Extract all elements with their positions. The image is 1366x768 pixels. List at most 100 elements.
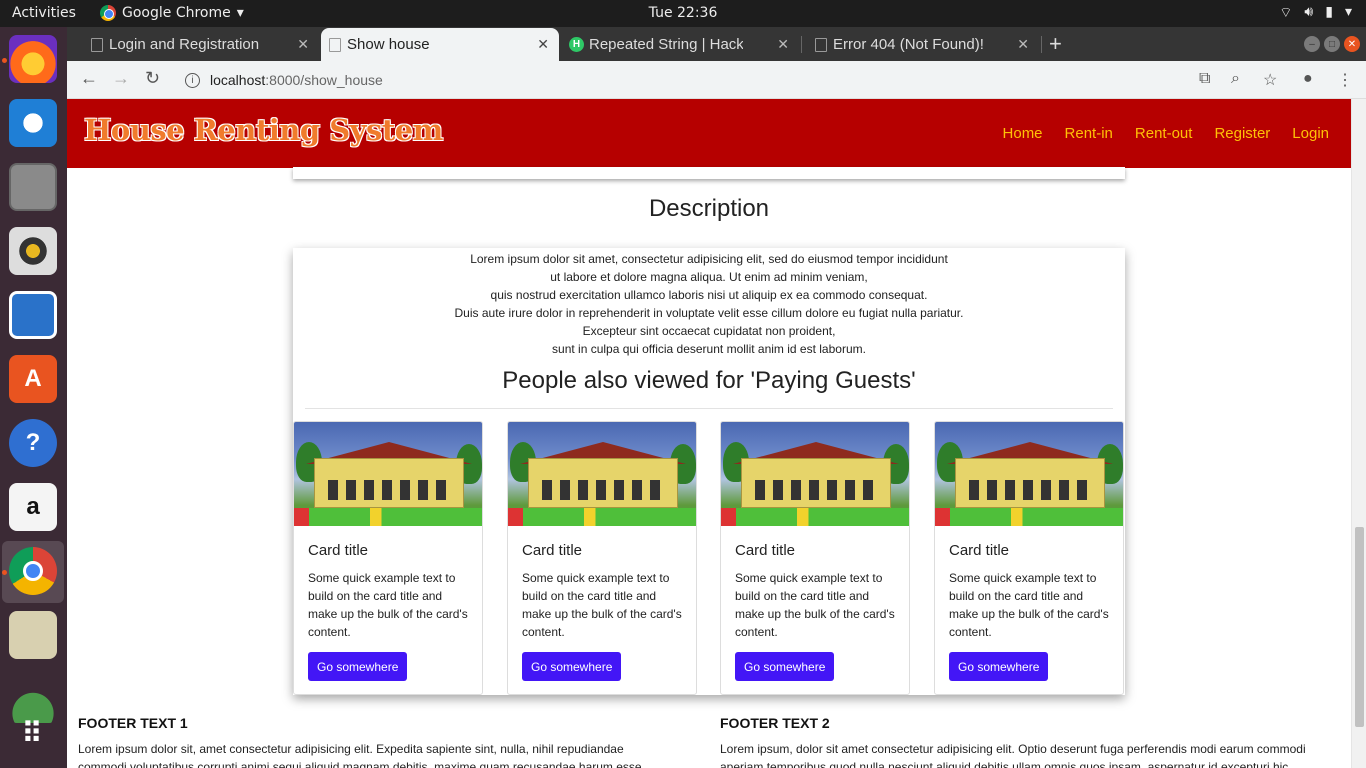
battery-icon: ▮ xyxy=(1325,4,1333,20)
divider xyxy=(305,408,1113,409)
nav-link-register[interactable]: Register xyxy=(1214,125,1270,142)
back-button[interactable]: ← xyxy=(80,68,98,89)
browser-toolbar: ← → ↻ i localhost:8000/show_house ⧉ ⌕ ☆ … xyxy=(67,61,1366,99)
close-icon[interactable]: ✕ xyxy=(777,36,789,53)
running-indicator xyxy=(2,570,7,575)
card-text: Some quick example text to build on the … xyxy=(522,571,682,639)
app-menu-label: Google Chrome xyxy=(122,5,231,21)
site-brand[interactable]: House Renting System xyxy=(84,113,443,147)
tab-hackerrank[interactable]: H Repeated String | HackerR ✕ xyxy=(563,28,799,61)
tab-title: Login and Registration Fo xyxy=(109,36,263,53)
go-somewhere-button[interactable]: Go somewhere xyxy=(735,652,835,681)
system-top-bar: Activities Google Chrome ▾ Tue 22:36 ⌔ 🔊… xyxy=(0,0,1366,27)
footer-text: Lorem ipsum dolor sit, amet consectetur … xyxy=(78,742,642,768)
info-icon[interactable]: i xyxy=(185,72,200,88)
card-title: Card title xyxy=(522,542,583,559)
profile-icon[interactable]: ● xyxy=(1303,70,1313,88)
zoom-icon[interactable]: ⌕ xyxy=(1231,70,1240,88)
new-tab-button[interactable]: + xyxy=(1049,31,1062,57)
help-icon[interactable]: ? xyxy=(9,419,57,467)
also-viewed-heading: People also viewed for 'Paying Guests' xyxy=(502,367,916,394)
writer-icon[interactable] xyxy=(9,291,57,339)
go-somewhere-button[interactable]: Go somewhere xyxy=(308,652,408,681)
minimize-button[interactable]: – xyxy=(1304,36,1320,52)
go-somewhere-button[interactable]: Go somewhere xyxy=(949,652,1049,681)
description-text: Lorem ipsum dolor sit amet, consectetur … xyxy=(293,250,1125,358)
bookmark-star-icon[interactable]: ☆ xyxy=(1263,70,1277,90)
page-icon xyxy=(329,38,341,52)
running-indicator xyxy=(2,58,7,63)
activities-button[interactable]: Activities xyxy=(12,5,76,21)
description-line: Lorem ipsum dolor sit amet, consectetur … xyxy=(470,252,948,266)
rhythmbox-icon[interactable] xyxy=(9,227,57,275)
tab-show-house[interactable]: Show house ✕ xyxy=(321,28,559,61)
volume-icon: 🔊︎ xyxy=(1304,4,1314,20)
chevron-down-icon: ▾ xyxy=(1344,4,1352,20)
maximize-button[interactable]: □ xyxy=(1324,36,1340,52)
page-icon xyxy=(91,38,103,52)
tab-separator xyxy=(801,36,802,53)
scrollbar-thumb[interactable] xyxy=(1355,527,1364,727)
description-line: Duis aute irure dolor in reprehenderit i… xyxy=(454,306,964,320)
close-icon[interactable]: ✕ xyxy=(1017,36,1029,53)
app-grid-icon[interactable]: ⠿ xyxy=(9,709,57,757)
go-somewhere-button[interactable]: Go somewhere xyxy=(522,652,622,681)
footer-text: Lorem ipsum, dolor sit amet consectetur … xyxy=(720,742,1306,768)
reload-button[interactable]: ↻ xyxy=(145,68,160,89)
close-window-button[interactable]: ✕ xyxy=(1344,36,1360,52)
house-image xyxy=(294,422,482,526)
description-line: ut labore et dolore magna aliqua. Ut eni… xyxy=(550,270,868,284)
tab-title: Show house xyxy=(347,36,430,53)
close-icon[interactable]: ✕ xyxy=(297,36,309,53)
house-image xyxy=(935,422,1123,526)
page-scrollbar[interactable] xyxy=(1351,99,1366,768)
close-icon[interactable]: ✕ xyxy=(537,36,549,53)
card-text: Some quick example text to build on the … xyxy=(308,571,468,639)
card-title: Card title xyxy=(735,542,796,559)
house-card: Card title Some quick example text to bu… xyxy=(934,421,1124,695)
amazon-icon[interactable]: a xyxy=(9,483,57,531)
site-nav-links: Home Rent-in Rent-out Register Login xyxy=(1003,125,1329,142)
site-navbar: House Renting System Home Rent-in Rent-o… xyxy=(67,99,1351,168)
card-text: Some quick example text to build on the … xyxy=(735,571,895,639)
nav-link-home[interactable]: Home xyxy=(1003,125,1043,142)
translate-icon[interactable]: ⧉ xyxy=(1199,70,1210,88)
address-bar[interactable]: i localhost:8000/show_house xyxy=(175,68,1195,92)
tab-separator xyxy=(1041,36,1042,53)
nav-link-login[interactable]: Login xyxy=(1292,125,1329,142)
hackerrank-icon: H xyxy=(569,37,584,52)
description-card: Lorem ipsum dolor sit amet, consectetur … xyxy=(293,248,1125,695)
footer-title: FOOTER TEXT 2 xyxy=(720,715,830,731)
chrome-icon xyxy=(100,5,116,21)
house-detail-card-bottom xyxy=(293,167,1125,179)
house-card: Card title Some quick example text to bu… xyxy=(720,421,910,695)
chrome-icon[interactable] xyxy=(9,547,57,595)
thunderbird-icon[interactable] xyxy=(9,99,57,147)
footer-column-1: FOOTER TEXT 1 Lorem ipsum dolor sit, ame… xyxy=(78,715,668,768)
description-line: Excepteur sint occaecat cupidatat non pr… xyxy=(582,324,836,338)
nav-link-rent-out[interactable]: Rent-out xyxy=(1135,125,1193,142)
image-viewer-icon[interactable] xyxy=(9,611,57,659)
tab-error-404[interactable]: Error 404 (Not Found)!!1 ✕ xyxy=(807,28,1039,61)
house-image xyxy=(721,422,909,526)
url-host: localhost xyxy=(210,72,266,88)
app-menu[interactable]: Google Chrome ▾ xyxy=(100,5,244,21)
firefox-icon[interactable] xyxy=(9,35,57,83)
house-card: Card title Some quick example text to bu… xyxy=(507,421,697,695)
files-icon[interactable] xyxy=(9,163,57,211)
forward-button[interactable]: → xyxy=(112,68,130,89)
description-line: sunt in culpa qui officia deserunt molli… xyxy=(552,342,866,356)
system-tray[interactable]: ⌔ 🔊︎ ▮ ▾ xyxy=(1279,4,1352,22)
tab-title: Error 404 (Not Found)!!1 xyxy=(833,36,983,53)
menu-icon[interactable]: ⋮ xyxy=(1337,70,1353,90)
wifi-icon: ⌔ xyxy=(1279,5,1293,21)
description-line: quis nostrud exercitation ullamco labori… xyxy=(490,288,928,302)
card-title: Card title xyxy=(949,542,1010,559)
tab-login[interactable]: Login and Registration Fo ✕ xyxy=(83,28,319,61)
software-center-icon[interactable]: A xyxy=(9,355,57,403)
nav-link-rent-in[interactable]: Rent-in xyxy=(1065,125,1113,142)
page-viewport: House Renting System Home Rent-in Rent-o… xyxy=(67,99,1351,768)
description-heading: Description xyxy=(648,195,770,222)
tab-strip: Login and Registration Fo ✕ Show house ✕… xyxy=(67,27,1366,61)
footer-column-2: FOOTER TEXT 2 Lorem ipsum, dolor sit ame… xyxy=(720,715,1310,768)
